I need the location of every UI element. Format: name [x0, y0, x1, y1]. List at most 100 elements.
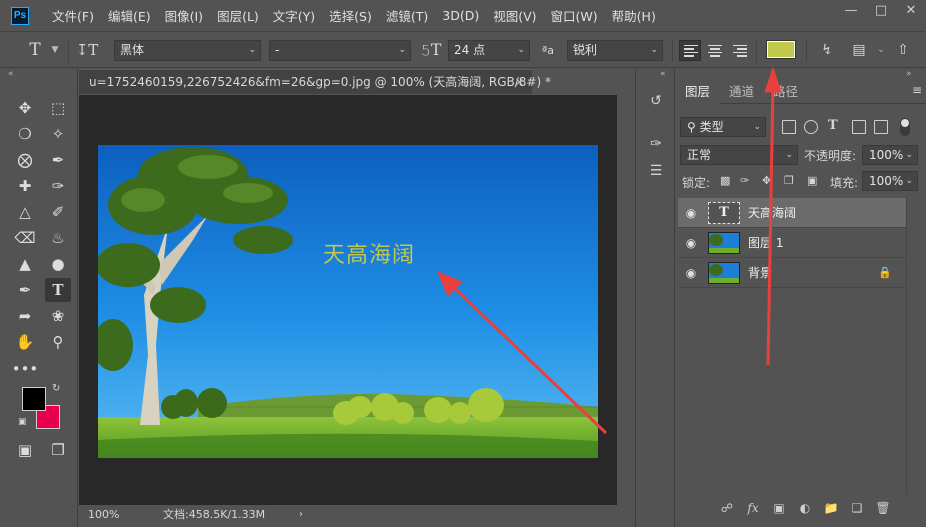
align-right-button[interactable]: [729, 40, 751, 61]
default-colors-icon[interactable]: ▣: [18, 417, 27, 427]
menu-help[interactable]: 帮助(H): [612, 6, 656, 25]
font-family-select[interactable]: 黑体 ⌄: [114, 40, 261, 61]
custom-shape-tool-icon[interactable]: ❀: [45, 304, 71, 328]
filter-type-icon[interactable]: T: [828, 118, 838, 133]
font-size-select[interactable]: 24 点 ⌄: [448, 40, 530, 61]
delete-layer-icon[interactable]: 🗑: [874, 499, 892, 517]
filter-adjustment-icon[interactable]: [804, 120, 818, 134]
layers-scrollbar[interactable]: [906, 195, 926, 495]
adjustment-layer-icon[interactable]: ◐: [796, 499, 814, 517]
filter-pixel-icon[interactable]: [782, 120, 796, 134]
quick-mask-icon[interactable]: ▣: [12, 438, 38, 462]
collapse-arrows-icon[interactable]: «: [660, 69, 666, 79]
blend-mode-select[interactable]: 正常 ⌄: [680, 145, 798, 165]
warp-text-icon[interactable]: ↯: [818, 41, 836, 59]
blur-tool-icon[interactable]: ▲: [12, 252, 38, 276]
menu-type[interactable]: 文字(Y): [273, 6, 315, 25]
more-tools-icon[interactable]: •••: [12, 357, 39, 381]
eraser-tool-icon[interactable]: ⌫: [12, 226, 38, 250]
font-style-select[interactable]: - ⌄: [269, 40, 411, 61]
expand-arrows-icon[interactable]: »: [906, 69, 912, 79]
dodge-tool-icon[interactable]: ●: [45, 252, 71, 276]
lock-transparent-icon[interactable]: ▩: [720, 174, 730, 187]
restore-icon[interactable]: □: [866, 0, 896, 20]
add-mask-icon[interactable]: ▣: [770, 499, 788, 517]
text-color-swatch[interactable]: [766, 40, 796, 59]
menu-edit[interactable]: 编辑(E): [108, 6, 151, 25]
lock-position-icon[interactable]: ✥: [762, 174, 771, 187]
align-center-button[interactable]: [704, 40, 726, 61]
zoom-tool-icon[interactable]: ⚲: [45, 330, 71, 354]
menu-window[interactable]: 窗口(W): [551, 6, 598, 25]
lock-all-icon[interactable]: ▣: [807, 174, 817, 187]
tool-preset-caret-icon[interactable]: ▼: [46, 41, 64, 59]
new-group-icon[interactable]: 📁: [822, 499, 840, 517]
lock-image-icon[interactable]: ✑: [740, 174, 749, 187]
hand-tool-icon[interactable]: ✋: [12, 330, 38, 354]
link-layers-icon[interactable]: ☍: [718, 499, 736, 517]
lock-artboard-icon[interactable]: ❐: [784, 174, 794, 187]
zoom-level[interactable]: 100%: [88, 505, 119, 525]
menu-select[interactable]: 选择(S): [329, 6, 372, 25]
screen-mode-icon[interactable]: ❐: [45, 438, 71, 462]
crop-tool-icon[interactable]: ⨂: [12, 148, 38, 172]
menu-layer[interactable]: 图层(L): [217, 6, 259, 25]
history-panel-icon[interactable]: ↺: [644, 90, 668, 112]
vertical-scrollbar[interactable]: [617, 95, 634, 505]
type-tool-icon[interactable]: T: [45, 278, 71, 302]
eyedropper-tool-icon[interactable]: ✒: [45, 148, 71, 172]
character-panel-icon[interactable]: ▤: [850, 41, 868, 59]
history-brush-tool-icon[interactable]: ✐: [45, 200, 71, 224]
canvas-area[interactable]: 天高海阔: [79, 95, 617, 505]
eye-icon[interactable]: ◉: [678, 266, 704, 280]
layer-row[interactable]: ◉ 图层 1: [678, 228, 906, 258]
tab-paths[interactable]: 路径: [764, 79, 807, 104]
chevron-down-icon[interactable]: ⌄: [872, 41, 890, 59]
fill-input[interactable]: 100% ⌄: [862, 171, 918, 191]
menu-image[interactable]: 图像(I): [165, 6, 203, 25]
menu-file[interactable]: 文件(F): [52, 6, 94, 25]
marquee-tool-icon[interactable]: ⬚: [45, 96, 71, 120]
clone-stamp-tool-icon[interactable]: △: [12, 200, 38, 224]
collapse-arrows-icon[interactable]: «: [8, 69, 14, 79]
layer-row[interactable]: ◉ 背景 🔒: [678, 258, 906, 288]
opacity-input[interactable]: 100% ⌄: [862, 145, 918, 165]
tab-layers[interactable]: 图层: [676, 79, 720, 104]
filter-shape-icon[interactable]: [852, 120, 866, 134]
eye-icon[interactable]: ◉: [678, 236, 704, 250]
share-icon[interactable]: ⇧: [894, 41, 912, 59]
close-icon[interactable]: ✕: [515, 70, 524, 95]
magic-wand-tool-icon[interactable]: ✧: [45, 122, 71, 146]
paint-bucket-tool-icon[interactable]: ♨: [45, 226, 71, 250]
menu-filter[interactable]: 滤镜(T): [386, 6, 428, 25]
lasso-tool-icon[interactable]: ❍: [12, 122, 38, 146]
document-tab[interactable]: u=1752460159,226752426&fm=26&gp=0.jpg @ …: [79, 69, 551, 95]
tab-channels[interactable]: 通道: [720, 79, 763, 104]
chevron-right-icon[interactable]: ›: [299, 505, 303, 525]
layer-row[interactable]: ◉ T 天高海阔: [678, 198, 906, 228]
canvas-text-layer[interactable]: 天高海阔: [323, 237, 415, 269]
antialias-select[interactable]: 锐利 ⌄: [567, 40, 663, 61]
align-left-button[interactable]: [679, 40, 701, 61]
new-layer-icon[interactable]: ❏: [848, 499, 866, 517]
healing-brush-tool-icon[interactable]: ✚: [12, 174, 38, 198]
close-icon[interactable]: ✕: [896, 0, 926, 20]
brush-settings-icon[interactable]: ✑: [644, 133, 668, 155]
layer-filter-select[interactable]: ⚲ 类型 ⌄: [680, 117, 766, 137]
filter-toggle[interactable]: [900, 118, 910, 136]
text-orientation-icon[interactable]: ↧T: [76, 41, 99, 59]
menu-view[interactable]: 视图(V): [493, 6, 536, 25]
panel-menu-icon[interactable]: ≡: [912, 83, 922, 97]
swap-colors-icon[interactable]: ↻: [52, 383, 60, 394]
document-image[interactable]: 天高海阔: [98, 145, 598, 458]
pen-tool-icon[interactable]: ✒: [12, 278, 38, 302]
filter-smart-object-icon[interactable]: [874, 120, 888, 134]
layer-style-icon[interactable]: fx: [744, 499, 762, 517]
lock-icon[interactable]: 🔒: [878, 266, 892, 279]
move-tool-icon[interactable]: ✥: [12, 96, 38, 120]
foreground-color-swatch[interactable]: [22, 387, 46, 411]
path-selection-tool-icon[interactable]: ➦: [12, 304, 38, 328]
adjustments-panel-icon[interactable]: ☰: [644, 160, 668, 182]
eye-icon[interactable]: ◉: [678, 206, 704, 220]
type-tool-icon[interactable]: T: [26, 40, 44, 60]
